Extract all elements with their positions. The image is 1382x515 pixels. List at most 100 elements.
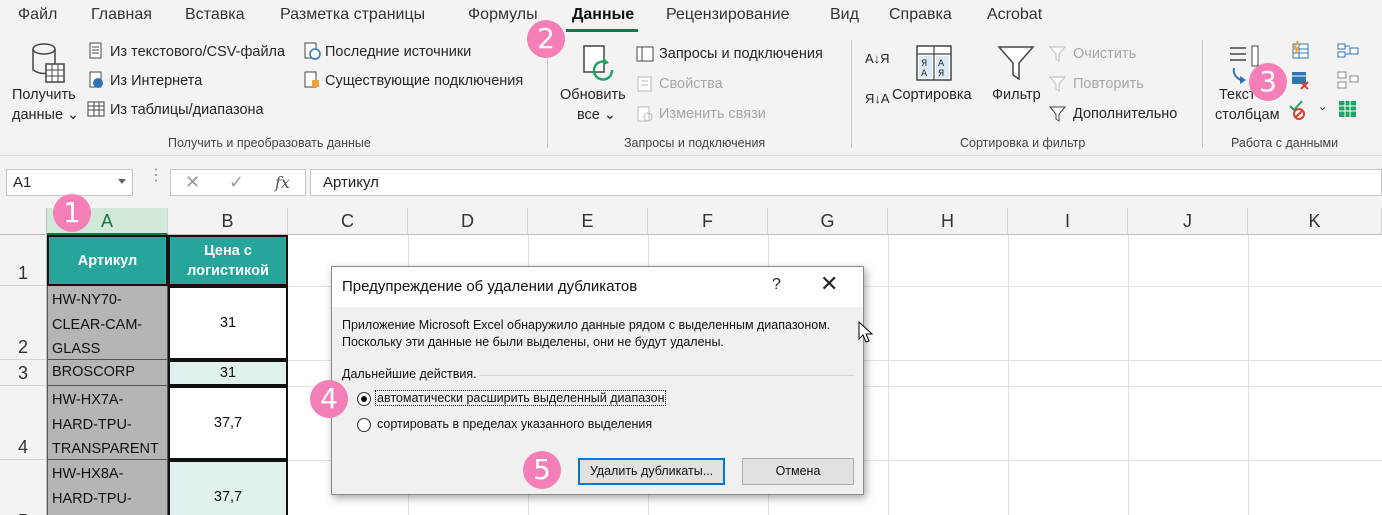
group-label-sort-filter: Сортировка и фильтр [960,136,1086,150]
reapply-button[interactable]: Повторить [1073,76,1144,92]
step-badge-5: 5 [523,451,561,489]
further-actions-label: Дальнейшие действия. [342,367,477,381]
text-to-columns-label-2: столбцам [1215,107,1280,123]
remove-duplicates-warning-dialog: Предупреждение об удалении дубликатов ? … [331,266,864,495]
tab-insert[interactable]: Вставка [185,6,244,24]
recent-sources-icon [304,42,321,60]
column-header-f[interactable]: F [648,208,768,235]
step-badge-4: 4 [310,380,348,418]
get-data-label: Получить [12,87,76,103]
data-model-icon [1339,101,1356,117]
insert-function-icon[interactable]: fx [275,173,290,192]
existing-connections-icon [304,71,319,88]
sort-button[interactable]: Сортировка [892,87,972,103]
tab-formulas[interactable]: Формулы [468,6,538,24]
dialog-title-bar[interactable]: Предупреждение об удалении дубликатов ? … [332,267,863,307]
queries-connections-icon [636,46,654,62]
cell-b3[interactable]: 31 [168,360,288,386]
step-badge-1: 1 [53,194,91,232]
queries-connections-button[interactable]: Запросы и подключения [659,46,823,62]
formula-value: Артикул [323,174,379,191]
name-box[interactable]: A1 [6,169,133,196]
expand-selection-radio[interactable] [357,392,371,406]
text-file-icon [89,42,102,59]
svg-text:Я: Я [938,69,944,79]
sort-az-button[interactable]: А↓Я [865,52,891,66]
remove-duplicates-button[interactable]: Удалить дубликаты... [578,458,725,485]
svg-text:Я: Я [921,59,927,69]
tab-review[interactable]: Рецензирование [666,6,790,24]
gridline [1248,235,1249,515]
column-header-b[interactable]: B [168,208,288,235]
close-icon[interactable]: ✕ [820,273,838,295]
data-validation-dropdown-icon[interactable]: ⌄ [1318,100,1327,113]
menu-bar: Файл Главная Вставка Разметка страницы Ф… [0,0,1382,32]
row-header-3[interactable]: 3 [0,360,47,386]
clear-button[interactable]: Очистить [1073,46,1136,62]
enter-icon[interactable]: ✓ [229,172,244,193]
column-header-d[interactable]: D [408,208,528,235]
filter-button[interactable]: Фильтр [992,87,1041,103]
consolidate-icon [1337,43,1359,58]
cell-b5[interactable]: 37,7 [168,460,288,515]
tab-data[interactable]: Данные [572,6,634,24]
properties-button[interactable]: Свойства [659,76,723,92]
table-icon [87,101,105,117]
from-table-range-button[interactable]: Из таблицы/диапазона [110,102,264,118]
existing-connections-button[interactable]: Существующие подключения [325,73,523,89]
sort-within-selection-label[interactable]: сортировать в пределах указанного выделе… [377,417,652,431]
cancel-icon[interactable]: ✕ [185,172,200,193]
row-header-4[interactable]: 4 [0,386,47,460]
cell-a2[interactable]: HW-NY70- CLEAR-CAM- GLASS [47,286,168,360]
sort-within-selection-radio[interactable] [357,418,371,432]
column-header-i[interactable]: I [1008,208,1128,235]
cell-a4[interactable]: HW-HX7A- HARD-TPU- TRANSPARENT [47,386,168,460]
row-header-5[interactable]: 5 [0,460,47,515]
tab-page-layout[interactable]: Разметка страницы [280,6,425,24]
cell-b1[interactable]: Цена с логистикой [168,235,288,286]
group-divider [1202,40,1203,148]
recent-sources-button[interactable]: Последние источники [325,44,471,60]
cell-b4[interactable]: 37,7 [168,386,288,460]
formula-input[interactable]: Артикул [310,169,1382,196]
chevron-down-icon[interactable] [118,179,126,184]
column-header-e[interactable]: E [528,208,648,235]
select-all-corner[interactable] [0,208,47,235]
column-header-g[interactable]: G [768,208,888,235]
column-header-c[interactable]: C [288,208,408,235]
help-button[interactable]: ? [772,276,781,294]
svg-text:А: А [938,59,945,69]
svg-text:А: А [921,69,928,79]
mouse-cursor-icon [858,321,874,343]
cell-a1[interactable]: Артикул [47,235,168,286]
column-header-h[interactable]: H [888,208,1008,235]
reapply-icon [1049,76,1067,92]
column-header-j[interactable]: J [1128,208,1248,235]
tab-file[interactable]: Файл [18,6,57,24]
sort-za-button[interactable]: Я↓А [865,92,891,106]
gridline [888,235,889,515]
gridline [1008,235,1009,515]
tab-view[interactable]: Вид [830,6,859,24]
cell-a3[interactable]: BROSCORP [47,360,168,386]
cell-a5[interactable]: HW-HX8A- HARD-TPU- [47,460,168,515]
drag-handle-icon[interactable]: ⋮ [148,168,164,184]
edit-links-icon [637,106,653,122]
row-header-2[interactable]: 2 [0,286,47,360]
from-text-csv-button[interactable]: Из текстового/CSV-файла [110,44,285,60]
properties-icon [637,76,652,92]
row-header-1[interactable]: 1 [0,235,47,286]
ribbon: Получить данные ⌄ Из текстового/CSV-файл… [0,32,1382,156]
cancel-button[interactable]: Отмена [742,458,854,485]
expand-selection-label[interactable]: автоматически расширить выделенный диапа… [374,390,667,406]
cell-b2[interactable]: 31 [168,286,288,360]
tab-home[interactable]: Главная [91,6,152,24]
refresh-all-icon [583,45,614,81]
tab-acrobat[interactable]: Acrobat [987,6,1042,24]
tab-help[interactable]: Справка [889,6,952,24]
advanced-button[interactable]: Дополнительно [1073,106,1177,122]
group-label-get-transform: Получить и преобразовать данные [168,136,371,150]
column-header-k[interactable]: K [1248,208,1382,235]
from-web-button[interactable]: Из Интернета [110,73,202,89]
edit-links-button[interactable]: Изменить связи [659,106,766,122]
